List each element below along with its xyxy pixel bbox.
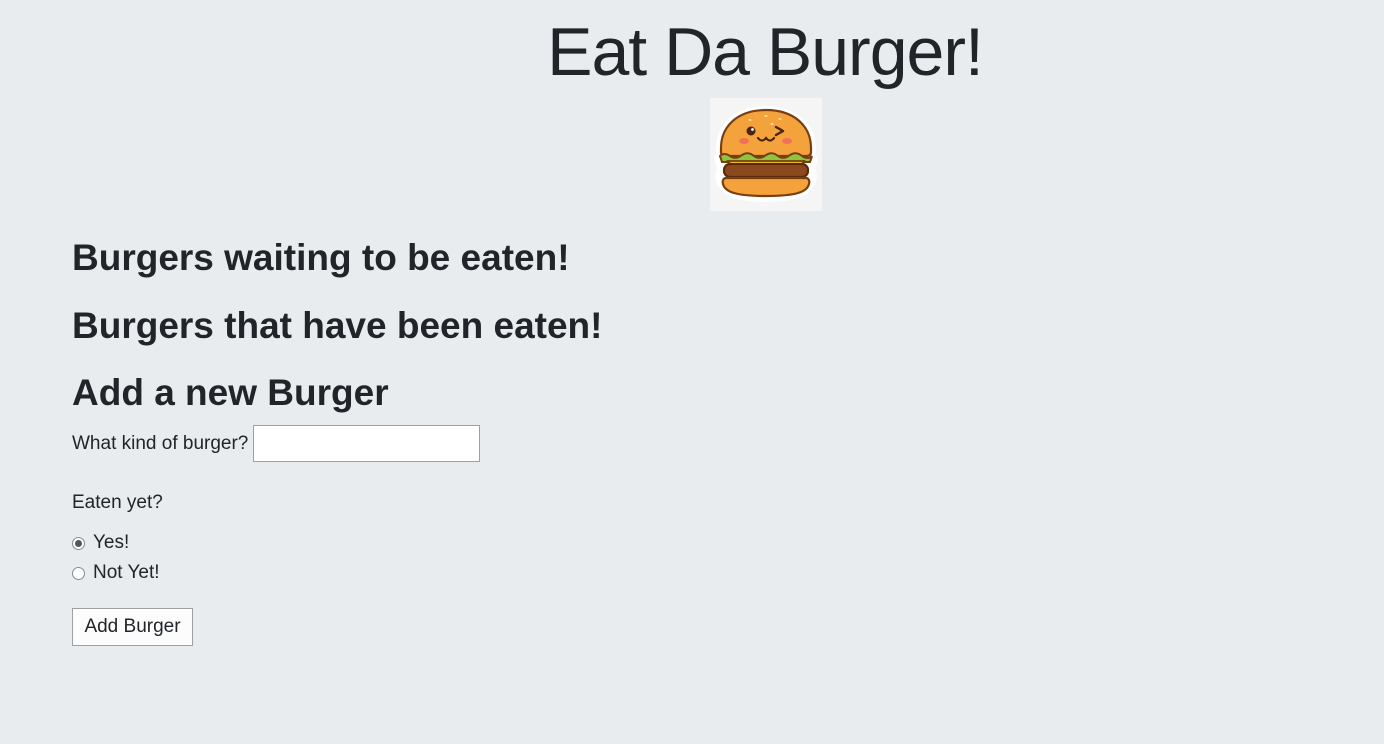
eaten-burgers-heading: Burgers that have been eaten!: [72, 305, 603, 346]
radio-not-yet-label: Not Yet!: [93, 562, 160, 583]
radio-yes-button[interactable]: [72, 536, 85, 550]
add-burger-heading: Add a new Burger: [72, 372, 389, 413]
eaten-yet-label: Eaten yet?: [72, 492, 163, 513]
burger-name-row: What kind of burger?: [72, 425, 481, 462]
radio-yes-label: Yes!: [93, 532, 130, 553]
radio-not-yet-button[interactable]: [72, 566, 85, 580]
burger-name-input[interactable]: [253, 425, 481, 462]
burger-name-label: What kind of burger?: [72, 432, 249, 454]
winking-burger-icon: [710, 98, 822, 211]
page: Eat Da Burger! Burgers waiting to be eat…: [0, 0, 1384, 744]
page-title: Eat Da Burger!: [547, 14, 984, 90]
waiting-burgers-heading: Burgers waiting to be eaten!: [72, 237, 570, 278]
radio-option-not-yet[interactable]: Not Yet!: [72, 562, 160, 584]
radio-option-yes[interactable]: Yes!: [72, 532, 129, 554]
add-burger-button[interactable]: Add Burger: [72, 608, 193, 646]
